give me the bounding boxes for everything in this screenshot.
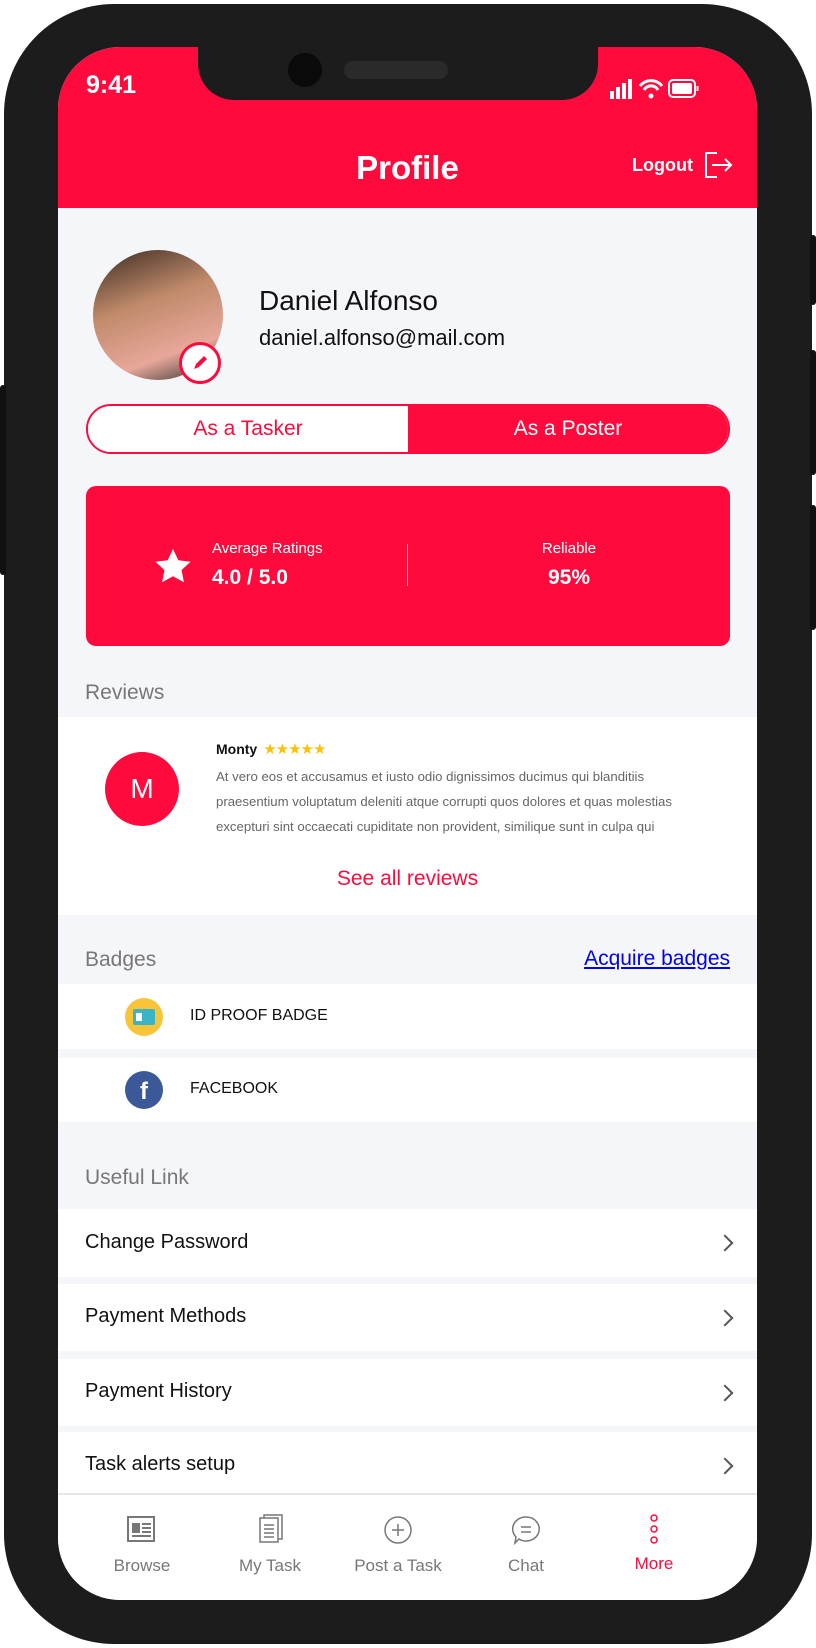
facebook-icon: f — [125, 1071, 163, 1109]
link-label: Change Password — [85, 1231, 249, 1253]
badge-row: f FACEBOOK — [58, 1058, 757, 1122]
star-icon — [155, 549, 191, 583]
more-vertical-icon — [650, 1514, 658, 1544]
tab-bar: Browse My Task Post a Task Chat More — [58, 1493, 757, 1600]
tab-label: More — [634, 1554, 674, 1573]
side-button — [810, 350, 816, 475]
signal-icon — [610, 77, 700, 106]
rating-label: Average Ratings — [212, 540, 323, 557]
useful-link-title: Useful Link — [85, 1166, 189, 1189]
reviews-section: M Monty ★★★★★ At vero eos et accusamus e… — [58, 717, 757, 915]
badges-title: Badges — [85, 948, 157, 971]
link-label: Task alerts setup — [85, 1453, 236, 1475]
badge-label: ID PROOF BADGE — [190, 1007, 328, 1024]
reliable-label: Reliable — [541, 540, 597, 557]
id-card-icon — [125, 998, 163, 1036]
documents-icon — [259, 1514, 283, 1543]
reviews-title: Reviews — [85, 681, 165, 704]
tab-my-task[interactable]: My Task — [206, 1513, 334, 1576]
role-toggle: As a Tasker As a Poster — [86, 404, 730, 454]
tab-browse[interactable]: Browse — [78, 1515, 206, 1576]
link-payment-history[interactable]: Payment History — [58, 1359, 757, 1426]
link-payment-methods[interactable]: Payment Methods — [58, 1284, 757, 1351]
tab-post-a-task[interactable]: Post a Task — [334, 1515, 462, 1576]
review-header: Monty ★★★★★ — [216, 740, 326, 758]
chevron-right-icon — [716, 1309, 734, 1327]
link-label: Payment Methods — [85, 1305, 247, 1327]
side-button — [810, 235, 816, 305]
acquire-badges-link[interactable]: Acquire badges — [584, 947, 730, 971]
chevron-right-icon — [716, 1457, 734, 1475]
tab-more[interactable]: More — [590, 1513, 718, 1574]
status-time: 9:41 — [86, 71, 137, 99]
screen: 9:41 Profile Logout Daniel Alfonso danie… — [58, 47, 757, 1600]
pencil-icon — [194, 356, 207, 369]
link-label: Payment History — [85, 1380, 232, 1402]
profile-email: daniel.alfonso@mail.com — [259, 325, 506, 350]
chevron-right-icon — [716, 1234, 734, 1252]
review-line: excepturi sint occaecati cupiditate non … — [216, 819, 655, 834]
plus-circle-icon — [384, 1516, 412, 1544]
tab-label: Post a Task — [354, 1556, 442, 1575]
logout-icon — [704, 152, 733, 178]
stats-card: Average Ratings 4.0 / 5.0 Reliable 95% — [86, 486, 730, 646]
stars-icon: ★★★★★ — [263, 741, 326, 758]
notch — [198, 47, 598, 100]
reviewer-avatar: M — [105, 752, 179, 826]
badge-label: FACEBOOK — [190, 1080, 279, 1097]
tab-label: Chat — [508, 1556, 544, 1575]
tab-as-tasker[interactable]: As a Tasker — [88, 406, 408, 452]
link-task-alerts[interactable]: Task alerts setup — [58, 1432, 757, 1493]
review-line: At vero eos et accusamus et iusto odio d… — [216, 769, 645, 784]
chat-bubble-icon — [511, 1516, 540, 1546]
reviewer-name: Monty — [216, 741, 258, 757]
tab-label: Browse — [113, 1556, 171, 1575]
badge-row: ID PROOF BADGE — [58, 984, 757, 1049]
logout-button[interactable]: Logout — [632, 151, 733, 179]
side-button — [0, 385, 6, 575]
side-button — [810, 505, 816, 630]
rating-value: 4.0 / 5.0 — [212, 566, 288, 589]
tab-chat[interactable]: Chat — [462, 1515, 590, 1576]
tab-label: My Task — [238, 1556, 302, 1575]
review-text: At vero eos et accusamus et iusto odio d… — [216, 764, 672, 839]
review-line: praesentium voluptatum deleniti atque co… — [216, 794, 672, 809]
profile-name: Daniel Alfonso — [259, 285, 439, 316]
see-all-reviews-link[interactable]: See all reviews — [58, 867, 757, 891]
logout-label: Logout — [632, 154, 693, 175]
edit-avatar-button[interactable] — [179, 342, 221, 384]
chevron-right-icon — [716, 1384, 734, 1402]
tab-as-poster[interactable]: As a Poster — [408, 406, 728, 452]
link-change-password[interactable]: Change Password — [58, 1209, 757, 1277]
newspaper-icon — [127, 1516, 155, 1542]
reliable-value: 95% — [547, 566, 591, 589]
